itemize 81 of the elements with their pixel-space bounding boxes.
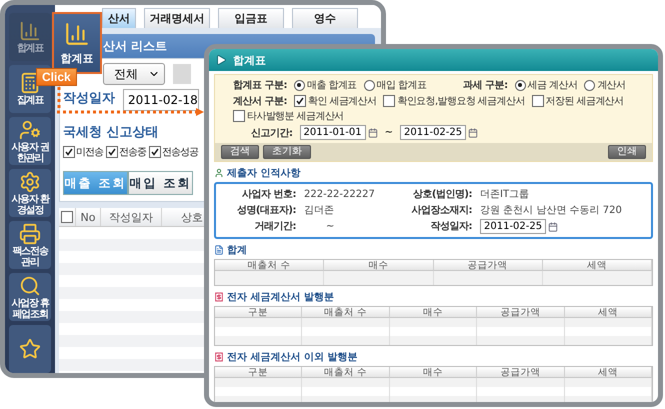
column-header: 세액 bbox=[564, 307, 652, 318]
column-header: 매수 bbox=[390, 307, 478, 318]
view-button[interactable]: 매입 조회 bbox=[128, 171, 193, 195]
info-label: 상호(법인명): bbox=[412, 188, 472, 202]
checkbox-option[interactable]: 저장된 세금계산서 bbox=[532, 94, 624, 108]
column-header: 매수 bbox=[324, 260, 434, 271]
date-field[interactable]: 2011-01-01 bbox=[300, 125, 366, 140]
section-title: 전자 세금계산서 발행분 bbox=[227, 291, 334, 304]
column-header: 매출처 수 bbox=[302, 367, 390, 378]
status-checkbox[interactable]: 전송성공 bbox=[149, 145, 198, 159]
radio-option[interactable]: 계산서 bbox=[584, 78, 626, 92]
field-label: 신고기간: bbox=[251, 126, 292, 140]
option-label: 계산서 bbox=[597, 79, 626, 92]
info-value: 김더존 bbox=[304, 204, 334, 218]
column-header: 공급가액 bbox=[477, 307, 565, 318]
date-field[interactable]: 2011-02-25 bbox=[480, 219, 546, 234]
field-label: 계산서 구분: bbox=[233, 95, 287, 108]
tab[interactable]: 입금표 bbox=[218, 8, 284, 28]
radio-option[interactable]: 세금 계산서 bbox=[514, 78, 578, 92]
info-label: 작성일자: bbox=[430, 220, 472, 234]
info-value: 더존IT그룹 bbox=[480, 188, 530, 202]
click-tooltip: Click bbox=[36, 68, 77, 86]
radio-option[interactable]: 매입 합계표 bbox=[364, 78, 426, 92]
checkbox-option[interactable]: 타사발행분 세금계산서 bbox=[233, 109, 344, 123]
info-label: 사업장소재지: bbox=[410, 204, 472, 218]
column-header: 매출처 수 bbox=[215, 260, 324, 271]
column-header: No bbox=[76, 208, 101, 226]
info-label: 성명(대표자): bbox=[236, 204, 296, 218]
section-title: 제출자 인적사항 bbox=[227, 167, 300, 180]
column-header: 세액 bbox=[542, 260, 652, 271]
checkbox-label: 전송성공 bbox=[162, 146, 198, 159]
date-field[interactable]: 2011-02-18 bbox=[123, 89, 199, 111]
radio-option[interactable]: 매출 합계표 bbox=[294, 78, 357, 92]
option-label: 매입 합계표 bbox=[376, 79, 426, 92]
info-value: ~ bbox=[326, 220, 334, 234]
section-title: 전자 세금계산서 이외 발행분 bbox=[227, 351, 358, 364]
status-checkbox[interactable]: 미전송 bbox=[63, 145, 103, 159]
column-header: 작성일자 bbox=[101, 208, 162, 226]
range-separator: ~ bbox=[384, 127, 394, 138]
column-header: 공급가액 bbox=[434, 260, 543, 271]
action-button[interactable]: 검색 bbox=[221, 145, 259, 159]
option-label: 타사발행분 세금계산서 bbox=[247, 110, 344, 123]
tab[interactable]: 영수 bbox=[292, 8, 358, 28]
panel-title: 산서 리스트 bbox=[103, 38, 168, 54]
info-label: 사업자 번호: bbox=[241, 188, 296, 202]
action-button[interactable]: 초기화 bbox=[263, 145, 311, 159]
column-header: 매수 bbox=[390, 367, 478, 378]
info-value: 222-22-22227 bbox=[304, 188, 375, 202]
sidebar-item[interactable]: 팩스전송 관리 bbox=[9, 221, 51, 269]
column-header: 매출처 수 bbox=[302, 307, 390, 318]
field-label: 과세 구분: bbox=[463, 79, 508, 92]
checkbox-label: 미전송 bbox=[76, 146, 103, 159]
section-title: 합계 bbox=[227, 244, 247, 257]
checkbox-option[interactable]: 확인 세금계산서 bbox=[294, 94, 376, 108]
option-label: 세금 계산서 bbox=[528, 79, 578, 92]
info-value: 강원 춘천시 남산면 수동리 720 bbox=[480, 204, 622, 218]
sidebar-item[interactable]: 사용자 환경설정 bbox=[9, 169, 51, 217]
field-label: 작성일자 bbox=[63, 90, 115, 107]
print-button[interactable]: 인쇄 bbox=[608, 145, 646, 159]
option-label: 매출 합계표 bbox=[306, 79, 357, 92]
option-label: 저장된 세금계산서 bbox=[546, 95, 624, 108]
section-label: 국세청 신고상태 bbox=[63, 124, 159, 141]
column-header: 구분 bbox=[215, 307, 302, 318]
option-label: 확인 세금계산서 bbox=[308, 95, 376, 108]
status-checkbox[interactable]: 전송중 bbox=[106, 145, 146, 159]
dropdown[interactable]: 전체 bbox=[103, 63, 165, 85]
tab[interactable]: 거래명세서 bbox=[144, 8, 210, 28]
sidebar-item[interactable]: 사용자 권한관리 bbox=[9, 117, 51, 165]
window-title: 합계표 bbox=[233, 52, 266, 68]
checkbox-label: 전송중 bbox=[119, 146, 146, 159]
column-header: 구분 bbox=[215, 367, 302, 378]
field-label: 합계표 구분: bbox=[233, 79, 287, 92]
column-header: 세액 bbox=[564, 367, 652, 378]
sidebar-item[interactable]: 사업장 휴페업조회 bbox=[9, 273, 51, 321]
tab[interactable]: 산서 bbox=[102, 8, 136, 28]
option-label: 확인요청,발행요청 세금계산서 bbox=[397, 95, 525, 108]
checkbox-option[interactable]: 확인요청,발행요청 세금계산서 bbox=[383, 94, 525, 108]
date-field[interactable]: 2011-02-25 bbox=[400, 125, 466, 140]
info-label: 거래기간: bbox=[254, 220, 296, 234]
column-header: 공급가액 bbox=[477, 367, 565, 378]
sidebar-item[interactable]: 합계표 bbox=[9, 13, 51, 61]
